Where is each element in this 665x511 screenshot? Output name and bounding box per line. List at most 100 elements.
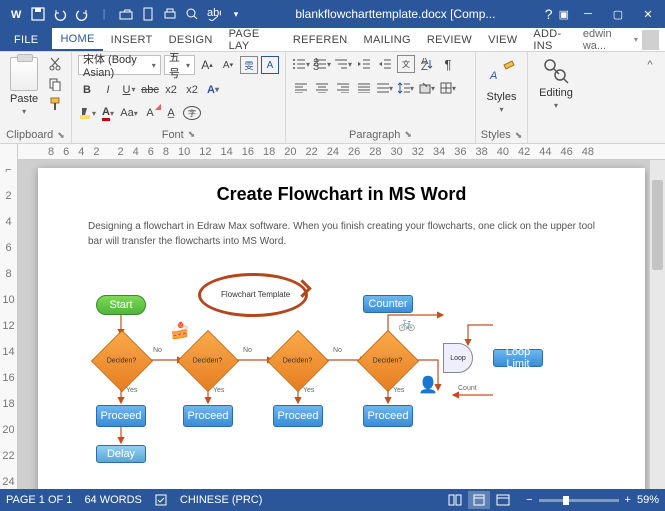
user-avatar (642, 30, 659, 50)
enclose-chars-button[interactable]: 字 (183, 106, 201, 120)
align-center-button[interactable] (313, 79, 331, 97)
zoom-level[interactable]: 59% (637, 494, 659, 506)
font-color-button[interactable]: A▾ (99, 104, 117, 122)
highlight-button[interactable]: ▾ (78, 104, 96, 122)
redo-icon[interactable] (72, 4, 92, 24)
char-shading-button[interactable]: A̲ (162, 104, 180, 122)
maximize-button[interactable]: ▢ (603, 0, 633, 28)
save-icon[interactable] (28, 4, 48, 24)
format-painter-button[interactable] (46, 95, 64, 113)
group-styles: A Styles ▾ Styles ⬊ (476, 52, 528, 143)
scrollbar-thumb[interactable] (652, 180, 663, 270)
zoom-out-button[interactable]: − (526, 494, 532, 506)
sort-button[interactable]: AZ (418, 55, 436, 73)
qat-customize-icon[interactable]: ▾ (226, 4, 246, 24)
undo-icon[interactable] (50, 4, 70, 24)
underline-button[interactable]: U▾ (120, 81, 138, 99)
paste-dropdown-icon: ▾ (22, 107, 26, 116)
change-case-button[interactable]: Aa▾ (120, 104, 138, 122)
clear-format-button[interactable]: A◢ (141, 104, 159, 122)
show-marks-button[interactable]: ¶ (439, 55, 457, 73)
tab-references[interactable]: REFEREN (285, 28, 356, 51)
tab-insert[interactable]: INSERT (103, 28, 161, 51)
tab-page-layout[interactable]: PAGE LAY (221, 28, 285, 51)
spelling-icon[interactable]: abc (204, 4, 224, 24)
asian-layout-button[interactable]: 文 (397, 55, 415, 73)
flowchart-start: Start (96, 295, 146, 315)
bullets-button[interactable]: ▾ (292, 55, 310, 73)
help-icon[interactable]: ? (545, 6, 553, 22)
status-language[interactable]: CHINESE (PRC) (180, 494, 263, 506)
text-effects-button[interactable]: A▾ (204, 81, 222, 99)
align-left-button[interactable] (292, 79, 310, 97)
vertical-scrollbar[interactable] (649, 160, 665, 489)
minimize-button[interactable]: ─ (573, 0, 603, 28)
borders-button[interactable]: ▾ (439, 79, 457, 97)
status-words[interactable]: 64 WORDS (84, 494, 141, 506)
status-page[interactable]: PAGE 1 OF 1 (6, 494, 72, 506)
distributed-button[interactable]: ▾ (376, 79, 394, 97)
flowchart-process-3: Proceed (273, 405, 323, 427)
collapse-ribbon-icon[interactable]: ^ (641, 56, 659, 74)
open-icon[interactable] (116, 4, 136, 24)
cut-button[interactable] (46, 55, 64, 73)
align-right-button[interactable] (334, 79, 352, 97)
justify-button[interactable] (355, 79, 373, 97)
tab-review[interactable]: REVIEW (419, 28, 480, 51)
strikethrough-button[interactable]: abc (141, 81, 159, 99)
editing-button[interactable]: Editing ▾ (534, 55, 578, 112)
status-spellcheck-icon[interactable] (154, 493, 168, 507)
shading-button[interactable]: ▾ (418, 79, 436, 97)
copy-button[interactable] (46, 75, 64, 93)
status-bar: PAGE 1 OF 1 64 WORDS CHINESE (PRC) − + 5… (0, 489, 665, 511)
flowchart-counter: Counter (363, 295, 413, 313)
view-read-button[interactable] (444, 491, 466, 509)
horizontal-ruler: 8642246810121416182022242628303234363840… (18, 144, 665, 160)
tab-view[interactable]: VIEW (480, 28, 525, 51)
svg-text:3: 3 (313, 61, 319, 70)
paragraph-launcher-icon[interactable]: ⬊ (404, 129, 412, 140)
print-icon[interactable] (160, 4, 180, 24)
ribbon-display-icon[interactable]: ▣ (559, 8, 569, 21)
increase-indent-button[interactable] (376, 55, 394, 73)
multilevel-button[interactable]: ▾ (334, 55, 352, 73)
flowchart-loop-limit: Loop Limit (493, 349, 543, 367)
view-print-button[interactable] (468, 491, 490, 509)
document-viewport[interactable]: 8642246810121416182022242628303234363840… (18, 144, 665, 489)
superscript-button[interactable]: x2 (183, 81, 201, 99)
paste-button[interactable]: Paste ▾ (6, 55, 42, 118)
print-preview-icon[interactable] (182, 4, 202, 24)
tab-mailings[interactable]: MAILING (356, 28, 419, 51)
shrink-font-button[interactable]: A▾ (219, 56, 237, 74)
italic-button[interactable]: I (99, 81, 117, 99)
font-launcher-icon[interactable]: ⬊ (188, 129, 196, 140)
close-button[interactable]: ✕ (633, 0, 663, 28)
zoom-slider[interactable] (539, 499, 619, 502)
char-border-button[interactable]: A (261, 56, 279, 74)
line-spacing-button[interactable]: ▾ (397, 79, 415, 97)
tab-file[interactable]: FILE (0, 28, 52, 51)
styles-button[interactable]: A Styles ▾ (482, 55, 521, 116)
numbering-button[interactable]: 123▾ (313, 55, 331, 73)
view-web-button[interactable] (492, 491, 514, 509)
phonetic-guide-button[interactable]: 雯 (240, 56, 258, 74)
tab-design[interactable]: DESIGN (161, 28, 221, 51)
flowchart-process-1: Proceed (96, 405, 146, 427)
font-name-select[interactable]: 宋体 (Body Asian)▾ (78, 55, 161, 75)
bold-button[interactable]: B (78, 81, 96, 99)
tab-home[interactable]: HOME (52, 28, 102, 51)
grow-font-button[interactable]: A▴ (198, 56, 216, 74)
clipboard-launcher-icon[interactable]: ⬊ (57, 130, 65, 141)
subscript-button[interactable]: x2 (162, 81, 180, 99)
font-size-select[interactable]: 五号▾ (164, 55, 195, 75)
group-font: 宋体 (Body Asian)▾ 五号▾ A▴ A▾ 雯 A B I U▾ ab… (72, 52, 286, 143)
window-title: blankflowcharttemplate.docx [Comp... (246, 7, 545, 21)
decrease-indent-button[interactable] (355, 55, 373, 73)
user-area[interactable]: edwin wa... ▾ (583, 28, 665, 51)
new-icon[interactable] (138, 4, 158, 24)
document-page[interactable]: Create Flowchart in MS Word Designing a … (38, 168, 645, 489)
tab-addins[interactable]: ADD-INS (525, 28, 582, 51)
styles-launcher-icon[interactable]: ⬊ (515, 130, 523, 141)
styles-label: Styles (481, 129, 511, 141)
zoom-in-button[interactable]: + (625, 494, 631, 506)
